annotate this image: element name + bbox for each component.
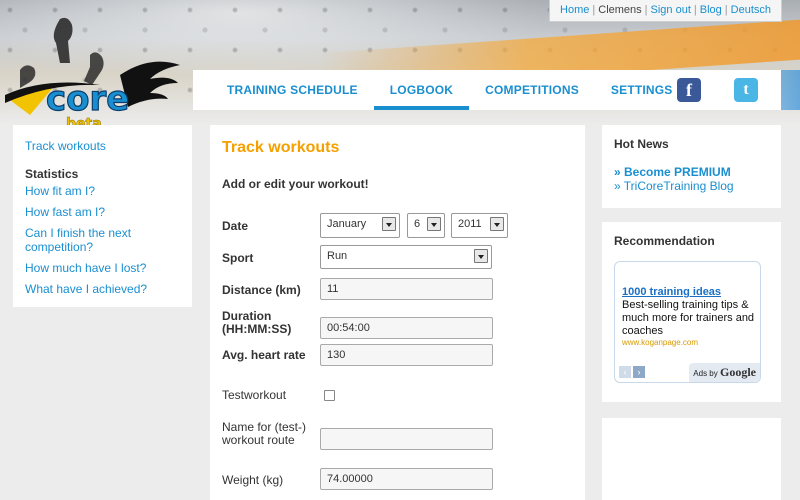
heart-rate-label: Avg. heart rate — [222, 348, 306, 362]
main-nav: TRAINING SCHEDULE LOGBOOK COMPETITIONS S… — [193, 70, 781, 110]
hot-news-panel: Hot News » Become PREMIUM » TriCoreTrain… — [602, 125, 781, 208]
language-link[interactable]: Deutsch — [731, 4, 771, 16]
distance-input[interactable]: 11 — [320, 278, 493, 300]
route-label-line2: workout route — [222, 433, 295, 447]
separator: | — [693, 4, 697, 16]
distance-label: Distance (km) — [222, 283, 301, 297]
sport-select[interactable]: Run — [320, 245, 492, 269]
testworkout-label: Testworkout — [222, 388, 287, 402]
ad-pager: ‹ › — [619, 366, 645, 378]
ads-by-text: Ads by — [693, 369, 718, 378]
weight-label: Weight (kg) — [222, 473, 284, 487]
duration-label-line2: (HH:MM:SS) — [222, 322, 292, 336]
chevron-right-icon[interactable]: › — [633, 366, 645, 378]
separator: | — [644, 4, 648, 16]
blog-news-link[interactable]: » TriCoreTraining Blog — [614, 179, 769, 193]
main-content: Track workouts Add or edit your workout!… — [210, 125, 585, 500]
top-links-bar: Home | Clemens | Sign out | Blog | Deutsch — [549, 0, 782, 22]
sidebar-item-how-fast[interactable]: How fast am I? — [25, 205, 180, 219]
chevron-down-icon — [382, 217, 396, 231]
date-month-select[interactable]: January — [320, 213, 400, 238]
sidebar: Track workouts Statistics How fit am I? … — [13, 125, 192, 307]
ads-by-google[interactable]: Ads by Google — [689, 363, 760, 382]
tab-settings[interactable]: SETTINGS — [595, 70, 689, 110]
hot-news-title: Hot News — [614, 137, 669, 151]
home-link[interactable]: Home — [560, 4, 589, 16]
recommendation-title: Recommendation — [614, 234, 715, 248]
user-name: Clemens — [598, 4, 642, 16]
sport-label: Sport — [222, 251, 254, 265]
date-month-value: January — [327, 218, 367, 230]
ad-unit[interactable]: 1000 training ideas Best-selling trainin… — [614, 261, 761, 383]
ad-title[interactable]: 1000 training ideas — [622, 286, 721, 298]
route-label: Name for (test-) workout route — [222, 421, 306, 447]
ad-url[interactable]: www.koganpage.com — [622, 338, 698, 347]
google-logo: Google — [720, 365, 756, 379]
sidebar-item-track-workouts[interactable]: Track workouts — [25, 139, 180, 153]
tab-competitions[interactable]: COMPETITIONS — [469, 70, 595, 110]
tricore-logo[interactable]: core beta — [0, 15, 190, 130]
sidebar-item-how-fit[interactable]: How fit am I? — [25, 184, 180, 198]
chevron-down-icon — [474, 249, 488, 263]
recommendation-panel: Recommendation 1000 training ideas Best-… — [602, 222, 781, 402]
blog-link[interactable]: Blog — [700, 4, 722, 16]
tab-logbook[interactable]: LOGBOOK — [373, 70, 470, 110]
ad-text: Best-selling training tips & much more f… — [622, 299, 755, 337]
sidebar-item-how-much-lost[interactable]: How much have I lost? — [25, 261, 180, 275]
weight-input[interactable]: 74.00000 — [320, 468, 493, 490]
separator: | — [592, 4, 596, 16]
logo-text: core — [46, 79, 129, 119]
sidebar-item-finish-competition[interactable]: Can I finish the next competition? — [25, 226, 180, 254]
date-day-value: 6 — [414, 218, 421, 230]
chevron-down-icon — [490, 217, 504, 231]
tab-training-schedule[interactable]: TRAINING SCHEDULE — [213, 70, 374, 110]
chevron-down-icon — [427, 217, 441, 231]
become-premium-link[interactable]: » Become PREMIUM — [614, 165, 769, 179]
chevron-left-icon[interactable]: ‹ — [619, 366, 631, 378]
route-name-input[interactable] — [320, 428, 493, 450]
date-label: Date — [222, 219, 249, 233]
facebook-icon[interactable]: f — [677, 78, 701, 102]
hot-news-list: » Become PREMIUM » TriCoreTraining Blog — [614, 165, 769, 193]
heart-rate-input[interactable]: 130 — [320, 344, 493, 366]
twitter-icon[interactable]: t — [734, 78, 758, 102]
sidebar-heading-statistics: Statistics — [25, 167, 79, 181]
empty-panel — [602, 418, 781, 500]
testworkout-checkbox[interactable] — [324, 390, 335, 401]
separator: | — [724, 4, 728, 16]
sport-value: Run — [327, 250, 348, 262]
sidebar-item-achievements[interactable]: What have I achieved? — [25, 282, 180, 296]
date-day-select[interactable]: 6 — [407, 213, 445, 238]
sign-out-link[interactable]: Sign out — [651, 4, 691, 16]
page-title: Track workouts — [222, 139, 340, 156]
duration-label: Duration (HH:MM:SS) — [222, 310, 291, 336]
date-year-value: 2011 — [458, 218, 482, 230]
page-subtitle: Add or edit your workout! — [222, 177, 369, 191]
duration-input[interactable]: 00:54:00 — [320, 317, 493, 339]
date-year-select[interactable]: 2011 — [451, 213, 508, 238]
